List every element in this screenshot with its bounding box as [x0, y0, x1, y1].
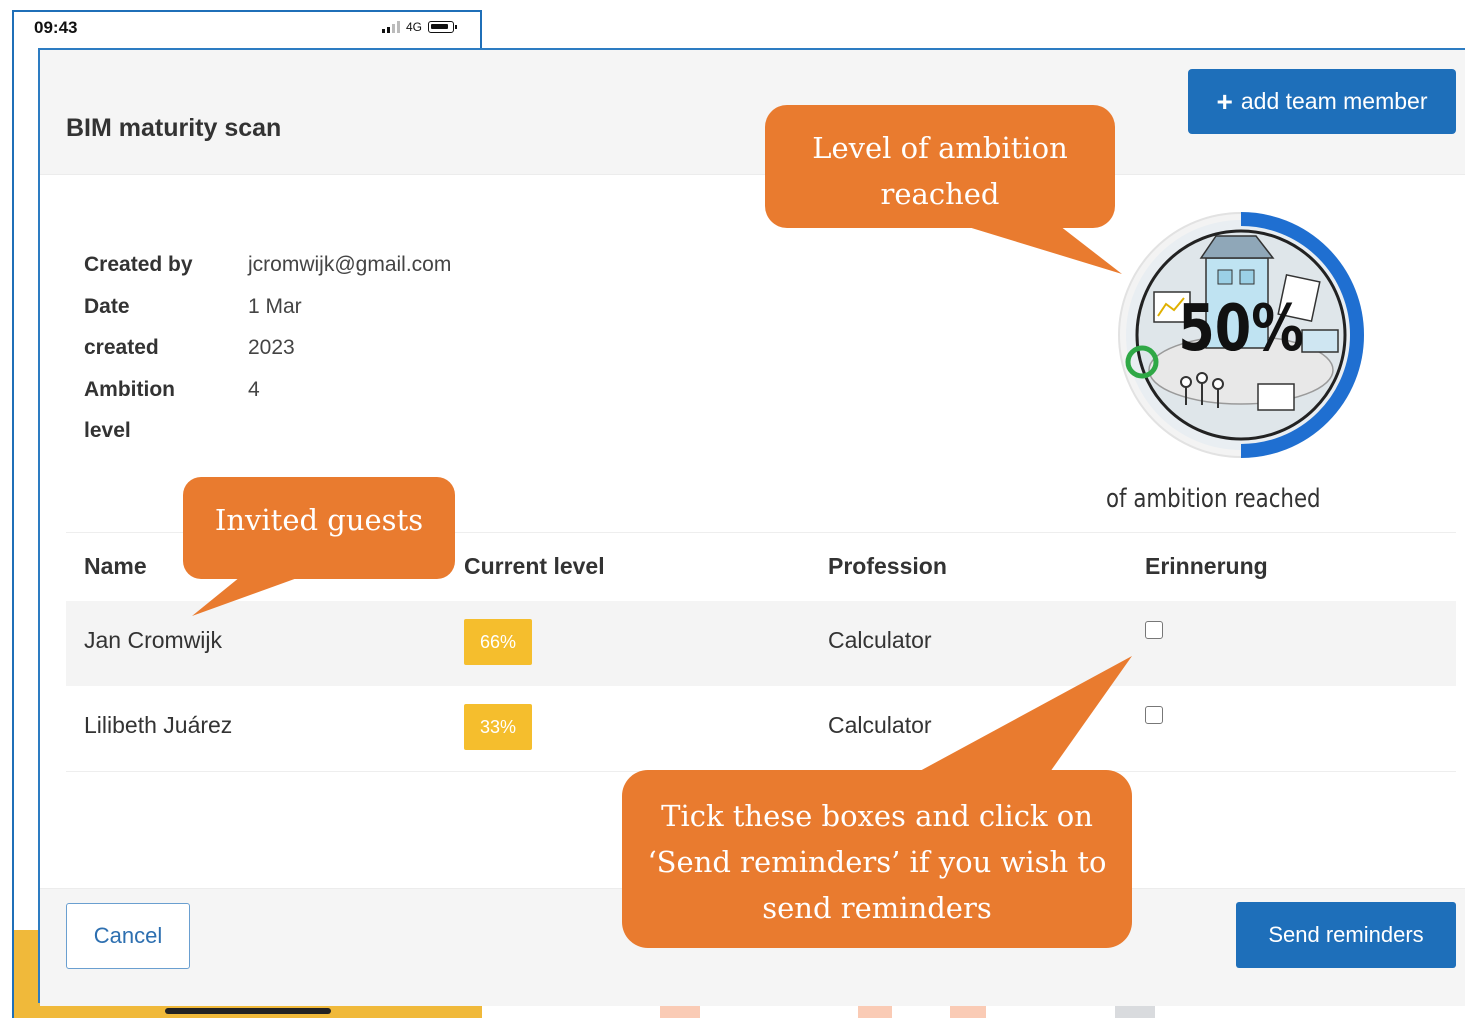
reminder-checkbox[interactable] [1145, 621, 1163, 639]
guest-name: Lilibeth Juárez [84, 712, 233, 738]
column-profession: Profession [828, 553, 947, 579]
ambition-percent: 50% [1178, 291, 1304, 365]
ambition-level-value: 4 [248, 377, 260, 401]
created-label: created [84, 336, 159, 359]
column-current-level: Current level [464, 553, 605, 579]
network-label: 4G [406, 20, 423, 34]
reminder-checkbox[interactable] [1145, 706, 1163, 724]
year-value: 2023 [248, 336, 295, 359]
add-team-member-label: add team member [1240, 88, 1428, 114]
signal-icon [382, 21, 400, 33]
date-value: 1 Mar [248, 294, 302, 318]
level-badge: 66% [464, 619, 532, 665]
created-by-value: jcromwijk@gmail.com [248, 253, 452, 276]
send-reminders-button[interactable]: Send reminders [1236, 902, 1456, 968]
level-badge: 33% [464, 704, 532, 750]
ambition-callout-line: reached [880, 177, 1000, 211]
modal-title: BIM maturity scan [66, 114, 282, 142]
plus-icon: + [1216, 85, 1233, 117]
guest-profession: Calculator [828, 712, 932, 738]
ambition-caption: of ambition reached [1106, 484, 1321, 514]
column-reminder: Erinnerung [1145, 553, 1268, 579]
ambition-progress-ring: 50% [1118, 212, 1364, 458]
level-label: level [84, 419, 131, 442]
table-row: Jan Cromwijk 66% Calculator [66, 601, 1456, 686]
battery-icon [428, 21, 458, 33]
status-bar: 4G [382, 20, 458, 34]
guests-callout: Invited guests [214, 503, 424, 537]
status-bar-time: 09:43 [34, 18, 78, 37]
ambition-callout-line: Level of ambition [812, 131, 1068, 165]
ambition-callout: Level of ambition reached [765, 125, 1115, 217]
date-label: Date [84, 294, 130, 318]
reminders-callout-line: ‘Send reminders’ if you wish to [647, 845, 1107, 879]
table-row: Lilibeth Juárez 33% Calculator [66, 686, 1456, 772]
column-name: Name [84, 553, 147, 579]
reminders-callout-line: send reminders [762, 891, 992, 925]
reminders-callout: Tick these boxes and click on ‘Send remi… [622, 793, 1132, 931]
modal-header: BIM maturity scan + add team member [40, 50, 1465, 175]
ambition-badge: 50% [1106, 200, 1376, 470]
home-indicator [165, 1008, 331, 1014]
created-by-label: Created by [84, 253, 193, 276]
guests-table: Name Current level Profession Erinnerung… [66, 532, 1456, 772]
cancel-button[interactable]: Cancel [66, 903, 190, 969]
reminders-callout-line: Tick these boxes and click on [661, 799, 1093, 833]
ambition-label: Ambition [84, 377, 175, 401]
guest-name: Jan Cromwijk [84, 627, 223, 653]
add-team-member-button[interactable]: + add team member [1188, 69, 1456, 134]
guest-profession: Calculator [828, 627, 932, 653]
